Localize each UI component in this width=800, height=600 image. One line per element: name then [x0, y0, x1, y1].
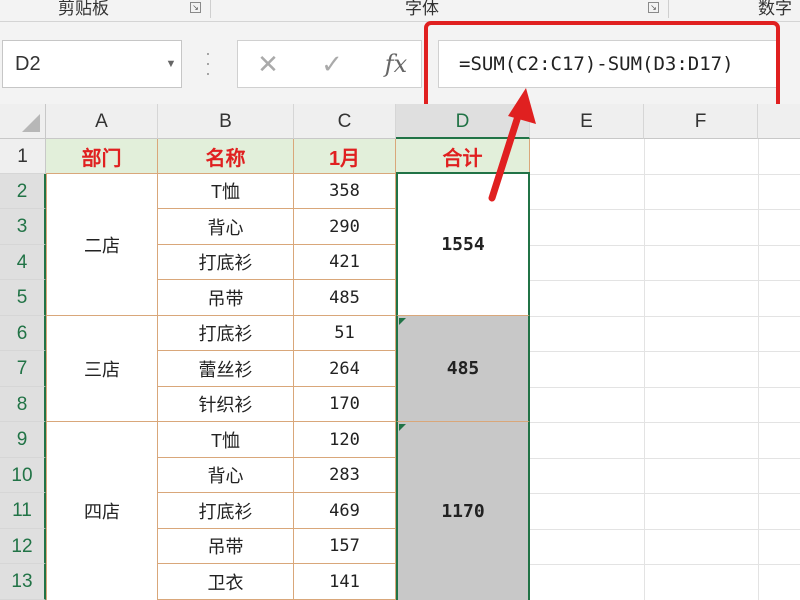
row-header-12[interactable]: 12 — [0, 529, 46, 564]
row-header-13[interactable]: 13 — [0, 564, 46, 600]
qty-cell[interactable]: 485 — [294, 280, 396, 316]
store-cell[interactable]: 四店 — [46, 422, 158, 600]
item-name-cell[interactable]: 打底衫 — [158, 245, 294, 280]
qty-cell[interactable]: 51 — [294, 316, 396, 351]
item-name-cell[interactable]: 背心 — [158, 209, 294, 245]
item-name-cell[interactable]: 打底衫 — [158, 493, 294, 529]
qty-cell[interactable]: 157 — [294, 529, 396, 564]
gridline — [530, 493, 800, 494]
store-cell[interactable]: 二店 — [46, 174, 158, 316]
gridline — [530, 209, 800, 210]
item-name-cell[interactable]: 吊带 — [158, 280, 294, 316]
ribbon-strip: 剪贴板 ↘ 字体 ↘ 数字 — [0, 0, 800, 22]
column-header-g[interactable] — [758, 104, 800, 139]
qty-cell[interactable]: 141 — [294, 564, 396, 600]
qty-cell[interactable]: 264 — [294, 351, 396, 387]
dropdown-arrow-icon[interactable]: ▼ — [160, 40, 182, 88]
column-header-e[interactable]: E — [530, 104, 644, 139]
dialog-launcher-icon[interactable]: ↘ — [648, 2, 659, 13]
gridline — [530, 174, 800, 175]
total-cell[interactable]: 485 — [396, 316, 530, 422]
total-cell[interactable]: 1170 — [396, 422, 530, 600]
qty-cell[interactable]: 358 — [294, 174, 396, 209]
ribbon-group-clipboard[interactable]: 剪贴板 — [58, 0, 109, 19]
ribbon-group-font[interactable]: 字体 — [405, 0, 439, 19]
row-header-2[interactable]: 2 — [0, 174, 46, 209]
cancel-icon[interactable]: ✕ — [248, 44, 288, 84]
ribbon-separator — [210, 0, 211, 18]
gridline — [530, 280, 800, 281]
row-header-1[interactable]: 1 — [0, 139, 46, 174]
column-header-f[interactable]: F — [644, 104, 758, 139]
row-header-5[interactable]: 5 — [0, 280, 46, 316]
row-header-4[interactable]: 4 — [0, 245, 46, 280]
header-cell-name[interactable]: 名称 — [158, 139, 294, 174]
function-icon[interactable]: fx — [376, 44, 416, 84]
header-cell-month[interactable]: 1月 — [294, 139, 396, 174]
row-header-3[interactable]: 3 — [0, 209, 46, 245]
column-header-b[interactable]: B — [158, 104, 294, 139]
item-name-cell[interactable]: 蕾丝衫 — [158, 351, 294, 387]
gridline — [530, 316, 800, 317]
name-box[interactable]: D2 — [2, 40, 182, 88]
enter-icon[interactable]: ✓ — [312, 44, 352, 84]
item-name-cell[interactable]: T恤 — [158, 422, 294, 458]
gridline — [530, 245, 800, 246]
qty-cell[interactable]: 421 — [294, 245, 396, 280]
gridline — [530, 529, 800, 530]
qty-cell[interactable]: 283 — [294, 458, 396, 493]
item-name-cell[interactable]: 卫衣 — [158, 564, 294, 600]
gridline — [530, 564, 800, 565]
ribbon-group-number[interactable]: 数字 — [758, 0, 792, 19]
qty-cell[interactable]: 170 — [294, 387, 396, 422]
header-cell-dept[interactable]: 部门 — [46, 139, 158, 174]
row-header-6[interactable]: 6 — [0, 316, 46, 351]
item-name-cell[interactable]: 背心 — [158, 458, 294, 493]
dialog-launcher-icon[interactable]: ↘ — [190, 2, 201, 13]
qty-cell[interactable]: 290 — [294, 209, 396, 245]
error-indicator-icon — [399, 318, 406, 325]
gridline — [530, 387, 800, 388]
column-header-a[interactable]: A — [46, 104, 158, 139]
item-name-cell[interactable]: 打底衫 — [158, 316, 294, 351]
ribbon-separator — [668, 0, 669, 18]
qty-cell[interactable]: 469 — [294, 493, 396, 529]
row-header-8[interactable]: 8 — [0, 387, 46, 422]
store-cell[interactable]: 三店 — [46, 316, 158, 422]
item-name-cell[interactable]: 吊带 — [158, 529, 294, 564]
gridline — [530, 351, 800, 352]
item-name-cell[interactable]: 针织衫 — [158, 387, 294, 422]
column-header-c[interactable]: C — [294, 104, 396, 139]
annotation-arrow-icon — [488, 88, 536, 202]
error-indicator-icon — [399, 424, 406, 431]
row-header-9[interactable]: 9 — [0, 422, 46, 458]
row-header-7[interactable]: 7 — [0, 351, 46, 387]
qty-cell[interactable]: 120 — [294, 422, 396, 458]
row-header-11[interactable]: 11 — [0, 493, 46, 529]
gridline — [530, 422, 800, 423]
gridline — [530, 458, 800, 459]
grip-icon: · · · — [205, 43, 211, 83]
select-all-icon — [22, 114, 40, 132]
item-name-cell[interactable]: T恤 — [158, 174, 294, 209]
row-header-10[interactable]: 10 — [0, 458, 46, 493]
